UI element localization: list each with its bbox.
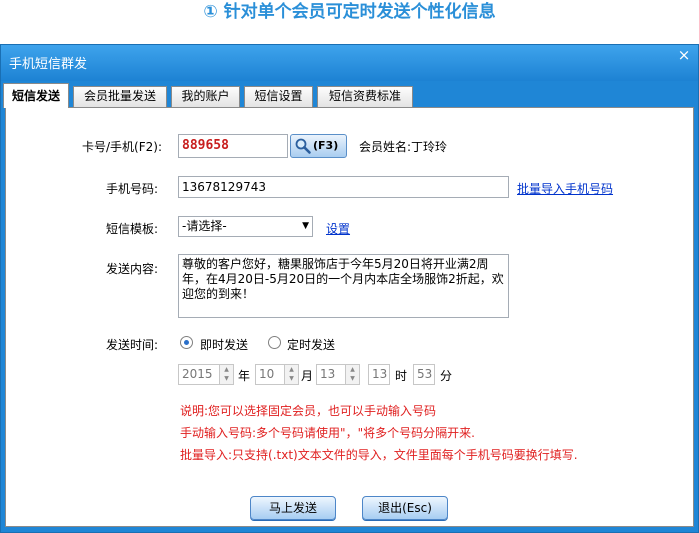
scheduled-send-radio[interactable] bbox=[268, 336, 281, 349]
search-button-label: (F3) bbox=[313, 139, 339, 152]
template-settings-link[interactable]: 设置 bbox=[326, 220, 350, 237]
immediate-send-radio[interactable] bbox=[180, 336, 193, 349]
tab-sms-settings[interactable]: 短信设置 bbox=[244, 86, 313, 107]
month-stepper[interactable]: 10 ▲ ▼ bbox=[255, 364, 299, 385]
content-label: 发送内容: bbox=[106, 262, 159, 276]
search-member-button[interactable]: (F3) bbox=[290, 134, 347, 158]
card-number-input[interactable]: 889658 bbox=[178, 134, 288, 158]
year-stepper[interactable]: 2015 ▲ ▼ bbox=[178, 364, 234, 385]
title-bar: 手机短信群发 × bbox=[1, 45, 698, 81]
scheduled-send-label: 定时发送 bbox=[287, 338, 336, 352]
phone-number-input[interactable]: 13678129743 bbox=[178, 176, 509, 198]
member-name: 会员姓名:丁玲玲 bbox=[359, 140, 448, 154]
search-icon bbox=[295, 138, 311, 154]
minute-input[interactable]: 53 bbox=[413, 364, 435, 385]
month-value: 10 bbox=[259, 367, 275, 381]
tab-bar: 短信发送 会员批量发送 我的账户 短信设置 短信资费标准 bbox=[1, 83, 698, 108]
minute-unit: 分 bbox=[440, 369, 453, 383]
hour-unit: 时 bbox=[395, 369, 408, 383]
page-caption: ① 针对单个会员可定时发送个性化信息 bbox=[203, 2, 496, 22]
chevron-down-icon: ▼ bbox=[302, 221, 309, 231]
window-title: 手机短信群发 bbox=[9, 57, 88, 72]
sms-window: 手机短信群发 × 短信发送 会员批量发送 我的账户 短信设置 短信资费标准 卡号… bbox=[0, 44, 699, 533]
send-time-label: 发送时间: bbox=[106, 338, 159, 352]
month-stepper-buttons[interactable]: ▲ ▼ bbox=[284, 365, 298, 384]
template-label: 短信模板: bbox=[106, 222, 159, 236]
year-stepper-buttons[interactable]: ▲ ▼ bbox=[219, 365, 233, 384]
immediate-send-label: 即时发送 bbox=[200, 338, 249, 352]
close-icon[interactable]: × bbox=[676, 47, 692, 63]
year-unit: 年 bbox=[238, 369, 251, 383]
year-value: 2015 bbox=[182, 367, 213, 381]
tab-my-account[interactable]: 我的账户 bbox=[171, 86, 240, 107]
tab-content-panel: 卡号/手机(F2): 889658 (F3) 会员姓名:丁玲玲 手机号码: 13… bbox=[5, 107, 694, 527]
note-line-2: 手动输入号码:多个号码请使用"，"将多个号码分隔开来. bbox=[180, 426, 475, 440]
month-unit: 月 bbox=[301, 369, 314, 383]
exit-button[interactable]: 退出(Esc) bbox=[362, 496, 448, 520]
note-line-3: 批量导入:只支持(.txt)文本文件的导入，文件里面每个手机号码要换行填写. bbox=[180, 448, 578, 462]
message-content-textarea[interactable]: 尊敬的客户您好，糖果服饰店于今年5月20日将开业满2周年，在4月20日-5月20… bbox=[178, 254, 509, 318]
send-now-button[interactable]: 马上发送 bbox=[250, 496, 336, 520]
card-label: 卡号/手机(F2): bbox=[82, 140, 162, 154]
tab-sms-send[interactable]: 短信发送 bbox=[3, 83, 69, 108]
tab-member-batch-send[interactable]: 会员批量发送 bbox=[73, 86, 167, 107]
batch-import-link[interactable]: 批量导入手机号码 bbox=[517, 180, 613, 197]
phone-label: 手机号码: bbox=[106, 182, 159, 196]
tab-sms-rates[interactable]: 短信资费标准 bbox=[317, 86, 413, 107]
note-line-1: 说明:您可以选择固定会员，也可以手动输入号码 bbox=[180, 404, 437, 418]
day-stepper[interactable]: 13 ▲ ▼ bbox=[316, 364, 360, 385]
day-stepper-buttons[interactable]: ▲ ▼ bbox=[345, 365, 359, 384]
hour-input[interactable]: 13 bbox=[368, 364, 390, 385]
day-value: 13 bbox=[320, 367, 336, 381]
template-select[interactable]: -请选择- ▼ bbox=[178, 216, 313, 237]
template-selected-value: -请选择- bbox=[182, 219, 227, 233]
